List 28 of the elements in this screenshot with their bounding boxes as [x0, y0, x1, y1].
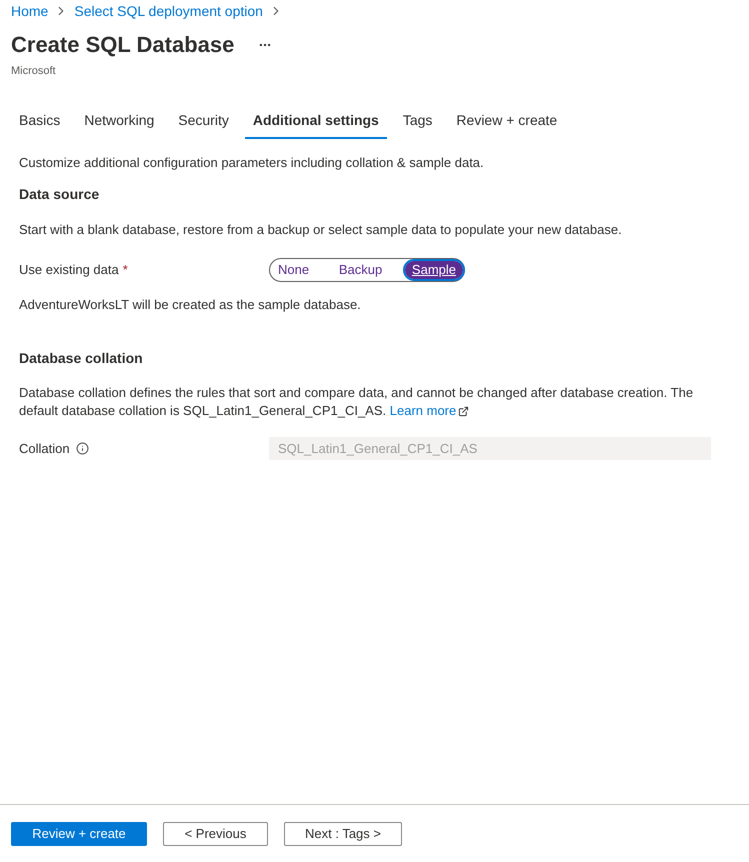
toggle-option[interactable]: Backup — [332, 260, 390, 278]
breadcrumb-link[interactable]: Home — [11, 0, 48, 22]
intro-text: Customize additional configuration parameters including collation & sample data. — [19, 154, 485, 172]
required-mark: * — [122, 260, 128, 279]
field-label: Collation — [19, 440, 70, 458]
toggle-option[interactable]: Sample — [404, 260, 463, 278]
tab[interactable]: Basics — [11, 110, 68, 138]
section-description: Database collation defines the rules that sort and compare data, and cannot be changed after database creation. The default database collation is SQL_Latin1_General_CP1_CI_AS. Learn more — [19, 384, 694, 420]
field-label: Use existing data — [19, 260, 119, 279]
tab[interactable]: Security — [170, 110, 237, 138]
segmented-toggle[interactable]: None Backup Sample — [269, 258, 465, 282]
tab[interactable]: Tags — [394, 110, 440, 138]
info-icon[interactable] — [76, 442, 89, 455]
section-description: Start with a blank database, restore from a backup or select sample data to populate your new database. — [19, 221, 623, 239]
publisher-text: Microsoft — [11, 64, 57, 79]
footer-button[interactable]: < Previous — [163, 822, 268, 846]
note-text: AdventureWorksLT will be created as the sample database. — [19, 296, 362, 314]
footer-button[interactable]: Next : Tags > — [284, 822, 402, 846]
section-heading: Database collation — [19, 349, 144, 368]
external-link-icon — [458, 406, 470, 416]
toggle-option[interactable]: None — [271, 260, 316, 278]
breadcrumb-link[interactable]: Select SQL deployment option — [74, 0, 263, 22]
footer-button[interactable]: Review + create — [11, 822, 147, 846]
tab[interactable]: Review + create — [448, 110, 566, 138]
section-heading: Data source — [19, 185, 100, 204]
page-title: Create SQL Database — [11, 31, 234, 59]
tab[interactable]: Networking — [76, 110, 162, 138]
tab[interactable]: Additional settings — [244, 110, 387, 138]
